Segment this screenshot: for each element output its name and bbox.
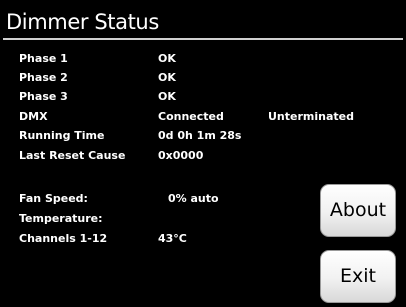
running-time-label: Running Time <box>19 129 105 142</box>
phase-2-label: Phase 2 <box>19 71 68 84</box>
phase-1-value: OK <box>158 52 176 65</box>
temperature-label: Temperature: <box>19 212 103 225</box>
fan-speed-value: 0% auto <box>168 192 219 205</box>
channels-label: Channels 1-12 <box>19 232 108 245</box>
fan-speed-label: Fan Speed: <box>19 192 88 205</box>
dmx-termination-value: Unterminated <box>268 110 354 123</box>
phase-1-label: Phase 1 <box>19 52 68 65</box>
dimmer-status-screen: Dimmer Status Phase 1 OK Phase 2 OK Phas… <box>0 0 406 307</box>
page-title: Dimmer Status <box>6 10 159 34</box>
dmx-label: DMX <box>19 110 48 123</box>
about-button[interactable]: About <box>320 184 396 237</box>
last-reset-cause-label: Last Reset Cause <box>19 149 126 162</box>
title-divider <box>3 38 403 40</box>
dmx-connection-value: Connected <box>158 110 224 123</box>
phase-3-value: OK <box>158 90 176 103</box>
channels-temperature-value: 43°C <box>158 232 187 245</box>
last-reset-cause-value: 0x0000 <box>158 149 204 162</box>
exit-button[interactable]: Exit <box>320 250 396 303</box>
phase-3-label: Phase 3 <box>19 90 68 103</box>
running-time-value: 0d 0h 1m 28s <box>158 129 242 142</box>
phase-2-value: OK <box>158 71 176 84</box>
